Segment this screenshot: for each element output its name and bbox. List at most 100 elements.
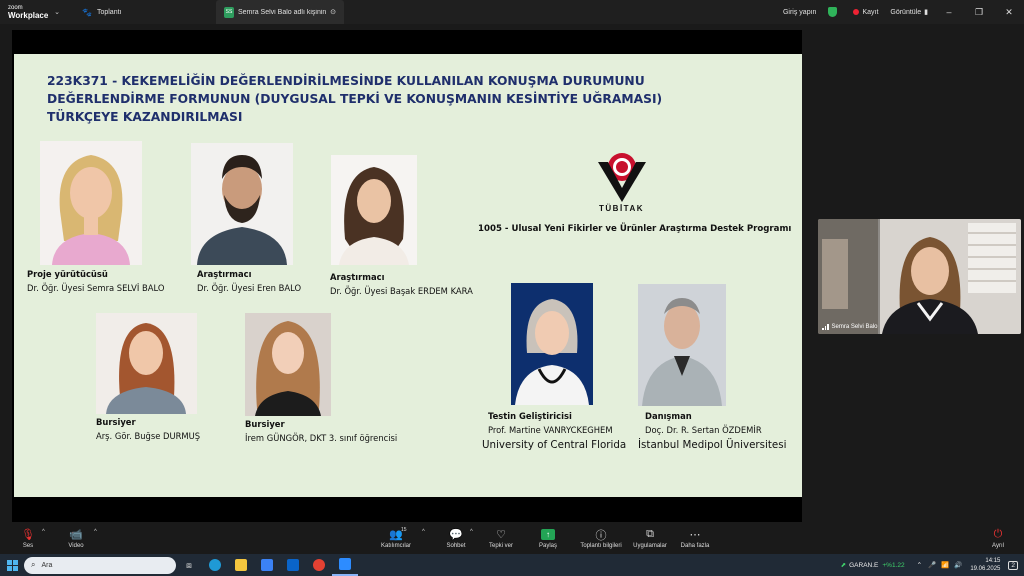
video-label: Video bbox=[68, 543, 84, 549]
video-panel: Semra Selvi Balo bbox=[810, 24, 1024, 524]
close-icon[interactable]: ✕ bbox=[994, 7, 1024, 18]
more-label: Daha fazla bbox=[680, 543, 710, 549]
security-button[interactable] bbox=[822, 0, 847, 24]
notification-badge[interactable]: 2 bbox=[1008, 560, 1018, 570]
wifi-icon[interactable]: 📶 bbox=[941, 561, 949, 569]
name-researcher-1: Dr. Öğr. Üyesi Eren BALO bbox=[197, 283, 302, 293]
slide-title-line-3: TÜRKÇEYE KAZANDIRILMASI bbox=[47, 110, 243, 124]
microphone-muted-icon: 🎙 bbox=[21, 529, 35, 541]
name-scholar-1: Arş. Gör. Buğse DURMUŞ bbox=[96, 431, 201, 441]
audio-label: Ses bbox=[22, 543, 34, 549]
clock-date: 19.06.2025 bbox=[970, 566, 1001, 572]
participant-name: Semra Selvi Balo bbox=[831, 324, 878, 330]
stock-name: GARAN.E bbox=[849, 561, 879, 569]
zoom-logo: zoom Workplace bbox=[0, 4, 50, 21]
name-scholar-2: İrem GÜNGÖR, DKT 3. sınıf öğrencisi bbox=[245, 433, 398, 443]
slide-title-line-1: 223K371 - KEKEMELİĞİN DEĞERLENDİRİLMESİN… bbox=[47, 74, 645, 88]
signal-icon bbox=[822, 324, 829, 330]
role-researcher-1: Araştırmacı bbox=[197, 269, 252, 279]
restore-icon[interactable]: ❐ bbox=[964, 7, 994, 18]
apps-label: Uygulamalar bbox=[633, 543, 667, 549]
participants-button[interactable]: 👥 15 Katılımcılar bbox=[368, 527, 424, 549]
leave-label: Ayrıl bbox=[992, 543, 1004, 549]
tab-meeting[interactable]: 🐾 Toplantı bbox=[74, 0, 214, 24]
audio-options-chevron-icon[interactable]: ^ bbox=[42, 529, 45, 535]
task-view-icon[interactable]: ⧈ bbox=[176, 554, 202, 576]
title-bar: zoom Workplace ⌄ 🐾 Toplantı SS Semra Sel… bbox=[0, 0, 1024, 24]
view-button[interactable]: Görüntüle ▮ bbox=[884, 0, 934, 24]
role-researcher-2: Araştırmacı bbox=[330, 272, 385, 282]
edge-browser-icon[interactable] bbox=[202, 554, 228, 576]
search-placeholder: Ara bbox=[41, 561, 53, 569]
chrome-icon[interactable] bbox=[306, 554, 332, 576]
paw-icon: 🐾 bbox=[82, 7, 92, 17]
clock[interactable]: 14:15 19.06.2025 bbox=[962, 557, 1008, 573]
presentation-slide: 223K371 - KEKEMELİĞİN DEĞERLENDİRİLMESİN… bbox=[14, 54, 802, 497]
windows-start-icon[interactable] bbox=[0, 554, 24, 576]
sign-in-button[interactable]: Giriş yapın bbox=[777, 0, 822, 24]
taskbar-search-input[interactable]: ⌕ Ara bbox=[24, 556, 176, 574]
photo-test-developer bbox=[511, 283, 593, 405]
leave-icon: ⏻ bbox=[993, 528, 1003, 540]
affiliation-test-developer: University of Central Florida bbox=[482, 439, 627, 451]
participants-label: Katılımcılar bbox=[380, 543, 411, 549]
meeting-info-label: Toplantı bilgileri bbox=[580, 543, 622, 549]
more-dots-icon: ⋯ bbox=[689, 529, 701, 541]
shield-icon bbox=[828, 7, 838, 17]
zoom-taskbar-icon[interactable] bbox=[332, 554, 358, 576]
photo-project-lead bbox=[40, 141, 142, 265]
minimize-icon[interactable]: – bbox=[934, 7, 964, 17]
name-advisor: Doç. Dr. R. Sertan ÖZDEMİR bbox=[645, 425, 762, 435]
store-icon[interactable] bbox=[254, 554, 280, 576]
leave-button[interactable]: ⏻ Ayrıl bbox=[970, 527, 1024, 549]
meeting-info-button[interactable]: ⓘ Toplantı bilgileri bbox=[573, 527, 629, 550]
affiliation-advisor: İstanbul Medipol Üniversitesi bbox=[638, 439, 787, 451]
windows-taskbar: ⌕ Ara ⧈ ⬈ GARAN.E +%1.22 ⌃ 🎤 📶 🔊 14:15 1… bbox=[0, 554, 1024, 576]
photo-scholar-1 bbox=[96, 313, 197, 414]
tray-chevron-up-icon[interactable]: ⌃ bbox=[917, 561, 922, 569]
participant-video-tile[interactable] bbox=[818, 219, 1021, 334]
role-scholar-1: Bursiyer bbox=[96, 417, 136, 427]
meeting-controls: 🎙 Ses ^ 📹 Video ^ 👥 15 Katılımcılar ^ 💬 … bbox=[0, 524, 1024, 554]
role-advisor: Danışman bbox=[645, 411, 692, 421]
share-screen-icon: ↑ bbox=[541, 529, 555, 540]
view-layout-icon: ▮ bbox=[924, 9, 928, 16]
tab-screen-share[interactable]: SS Semra Selvi Balo adlı kişinin ekranı … bbox=[216, 0, 344, 24]
slide-title: 223K371 - KEKEMELİĞİN DEĞERLENDİRİLMESİN… bbox=[47, 72, 767, 126]
tab-meeting-label: Toplantı bbox=[96, 8, 122, 16]
photo-researcher-2 bbox=[331, 155, 417, 265]
chevron-down-icon[interactable]: ⌄ bbox=[50, 8, 64, 16]
clock-time: 14:15 bbox=[985, 558, 1001, 564]
microphone-icon[interactable]: 🎤 bbox=[928, 561, 936, 569]
record-label: Kayıt bbox=[862, 8, 879, 16]
record-button[interactable]: Kayıt bbox=[847, 0, 884, 24]
file-explorer-icon[interactable] bbox=[228, 554, 254, 576]
logo-big-text: Workplace bbox=[8, 10, 49, 20]
stock-chart-icon: ⬈ bbox=[840, 562, 847, 569]
share-button[interactable]: ↑ Paylaş bbox=[520, 527, 576, 549]
camera-off-icon: 📹 bbox=[69, 529, 83, 541]
view-label: Görüntüle bbox=[890, 8, 922, 16]
more-options-icon[interactable]: ⊙ bbox=[330, 8, 336, 16]
name-test-developer: Prof. Martine VANRYCKEGHEM bbox=[488, 425, 613, 435]
system-tray: ⬈ GARAN.E +%1.22 ⌃ 🎤 📶 🔊 14:15 19.06.202… bbox=[841, 554, 1024, 576]
tab-screen-share-label: Semra Selvi Balo adlı kişinin ekranı bbox=[238, 8, 327, 16]
volume-icon[interactable]: 🔊 bbox=[954, 561, 962, 569]
participant-name-label: Semra Selvi Balo bbox=[822, 324, 878, 330]
video-options-chevron-icon[interactable]: ^ bbox=[94, 529, 97, 535]
heart-icon: ♡ bbox=[496, 529, 506, 541]
photo-scholar-2 bbox=[245, 313, 331, 416]
participants-options-chevron-icon[interactable]: ^ bbox=[422, 529, 425, 535]
name-researcher-2: Dr. Öğr. Üyesi Başak ERDEM KARA bbox=[330, 286, 473, 296]
slide-title-line-2: DEĞERLENDİRME FORMUNUN (DUYGUSAL TEPKİ V… bbox=[47, 92, 663, 106]
outlook-icon[interactable] bbox=[280, 554, 306, 576]
participants-count: 15 bbox=[401, 527, 407, 533]
program-name: 1005 - Ulusal Yeni Fikirler ve Ürünler A… bbox=[478, 224, 792, 234]
tubitak-label: TÜBİTAK bbox=[599, 204, 645, 213]
more-button[interactable]: ⋯ Daha fazla bbox=[667, 527, 723, 549]
record-icon bbox=[853, 9, 860, 15]
sign-in-label: Giriş yapın bbox=[782, 8, 817, 16]
apps-icon: ⧉ bbox=[646, 528, 654, 540]
photo-researcher-1 bbox=[191, 143, 293, 265]
role-test-developer: Testin Geliştiricisi bbox=[488, 411, 572, 421]
